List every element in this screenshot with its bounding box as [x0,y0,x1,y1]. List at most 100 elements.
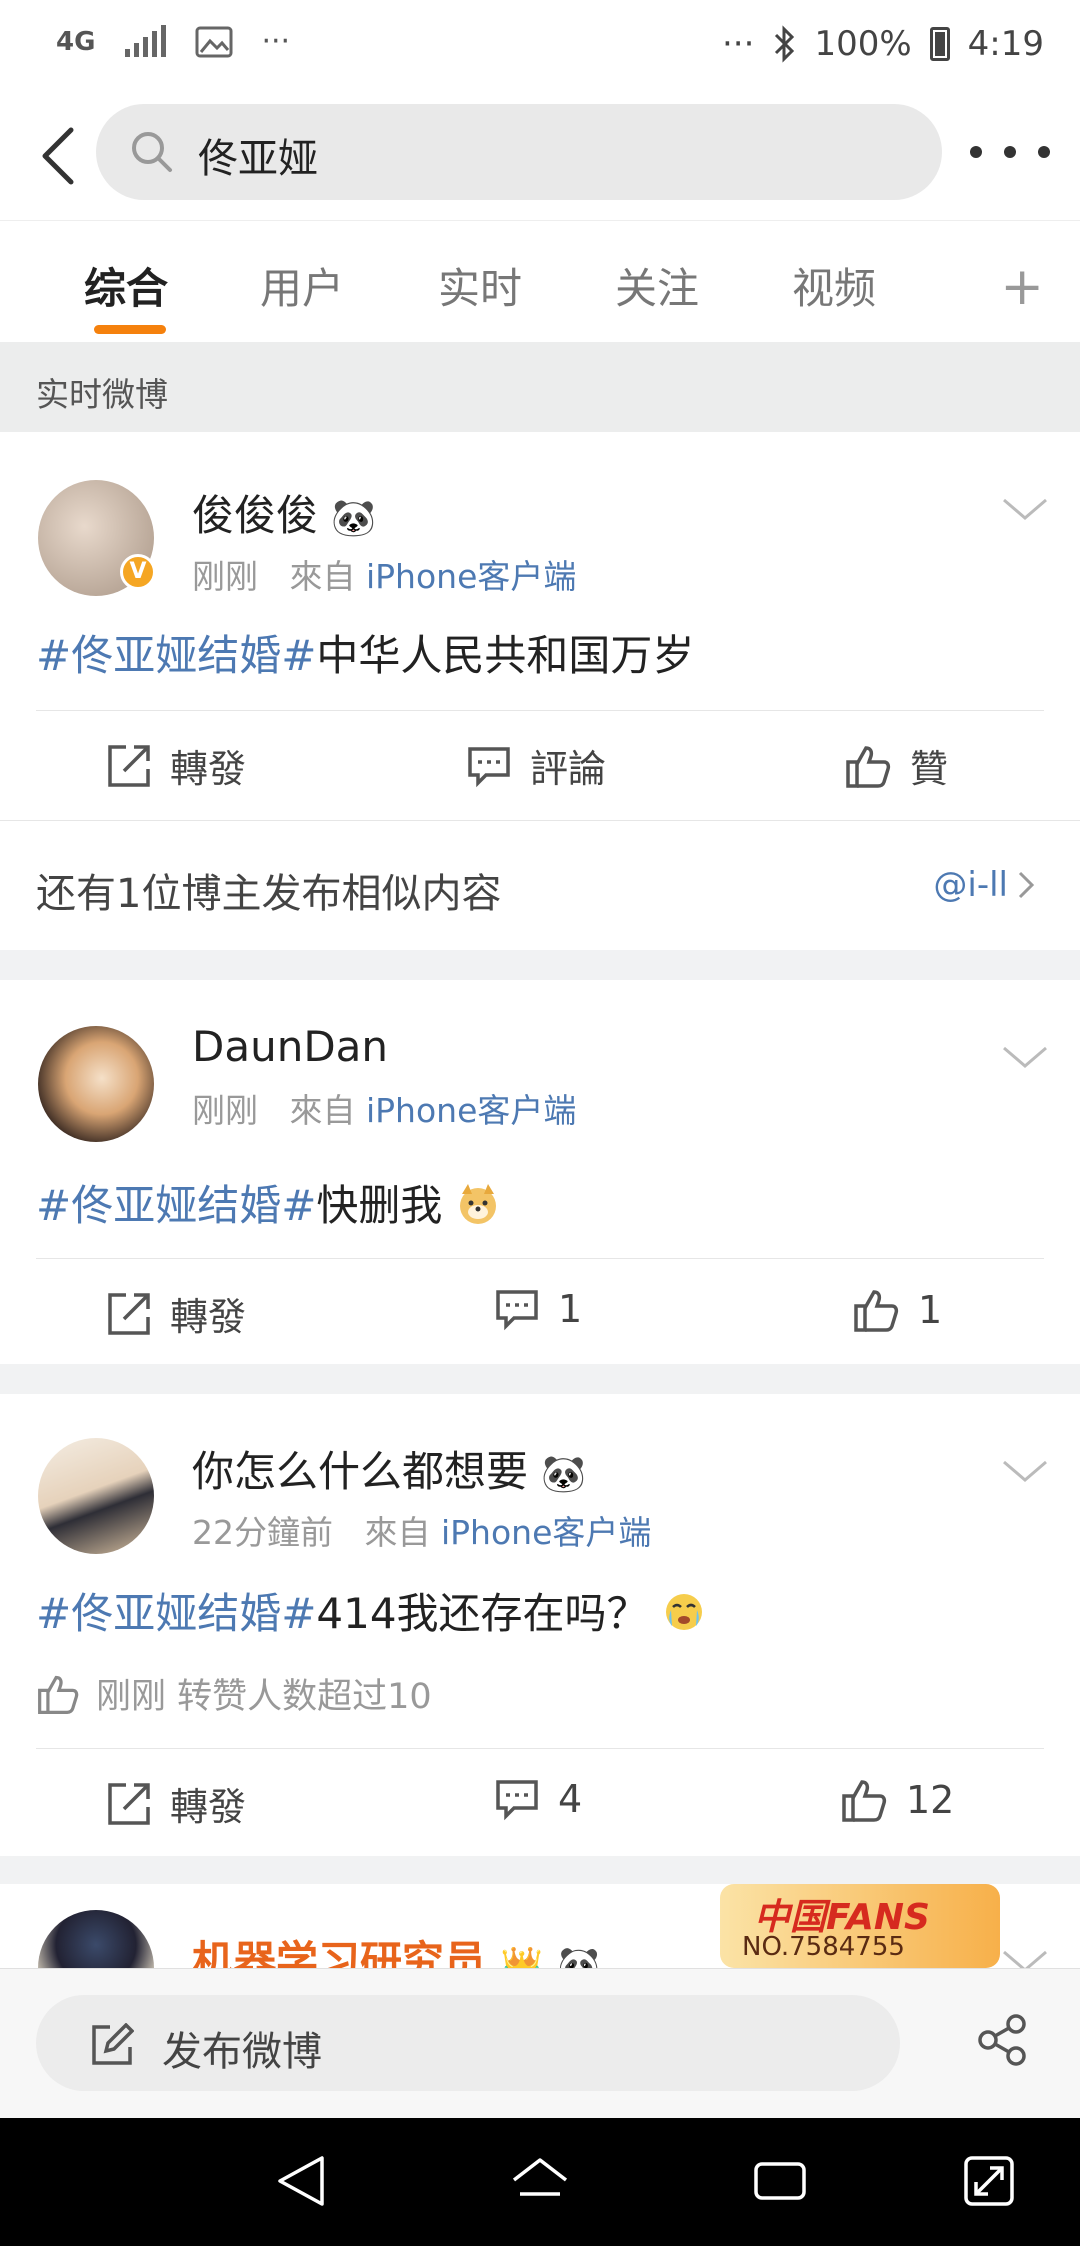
panda-icon: 🐼 [541,1454,587,1495]
home-nav-icon[interactable] [510,2154,570,2208]
add-tab-button[interactable]: + [1000,257,1044,317]
comment-icon [496,1780,538,1821]
like-button[interactable]: 12 [840,1776,954,1824]
divider [36,1748,1044,1749]
thumbs-up-icon [842,1780,887,1822]
thumbs-up-icon [846,745,891,788]
more-status-icon: ··· [722,24,755,64]
avatar[interactable] [38,1026,154,1142]
clock: 4:19 [967,24,1044,64]
crying-emoji-icon [665,1594,702,1630]
search-header: 佟亚娅 [0,92,1080,220]
dot [1004,146,1016,158]
like-info-row: 刚刚 转赞人数超过10 [36,1668,432,1719]
chevron-down-icon[interactable] [1000,1946,1050,1968]
doge-emoji-icon [459,1184,496,1224]
like-button[interactable]: 贊 [844,738,948,793]
like-count: 12 [906,1778,955,1822]
post-meta: 刚刚 來自 iPhone客户端 [192,550,576,598]
chevron-down-icon[interactable] [1000,494,1050,524]
system-nav-bar [0,2118,1080,2246]
post-card[interactable]: 机器学习研究员 👑 🐼 中国FANS NO.7584755 [0,1884,1080,1968]
tab-bar: 综合 用户 实时 关注 视频 + [0,220,1080,342]
post-body: 中华人民共和国万岁 [316,631,695,680]
edit-icon [92,2023,134,2065]
hashtag-link[interactable]: #佟亚娅结婚# [36,1589,316,1638]
post-body: 快删我 [316,1181,443,1230]
from-label: 來自 [364,1513,431,1552]
comment-button[interactable]: 評論 [466,738,606,793]
avatar[interactable] [38,1910,154,1968]
post-source[interactable]: iPhone客户端 [366,1091,576,1130]
post-text: #佟亚娅结婚#414我还存在吗？ [36,1580,706,1641]
panda-icon: 🐼 [331,498,377,539]
search-input[interactable]: 佟亚娅 [96,104,942,200]
more-status-icon: ··· [261,24,291,59]
repost-icon [108,1782,150,1825]
crown-icon: 👑 [500,1945,543,1968]
post-meta: 22分鐘前 來自 iPhone客户端 [192,1506,651,1554]
tab-realtime[interactable]: 实时 [438,255,522,316]
dot [1038,146,1050,158]
repost-button[interactable]: 轉發 [106,1776,246,1831]
status-bar: 4G ··· ··· 100% 4:19 [0,0,1080,92]
post-time: 刚刚 [192,557,258,596]
username[interactable]: 你怎么什么都想要 🐼 [192,1438,586,1499]
repost-icon [108,744,150,787]
card-gap [0,1856,1080,1884]
avatar[interactable] [38,1438,154,1554]
share-icon[interactable] [976,2013,1030,2067]
post-text: #佟亚娅结婚#中华人民共和国万岁 [36,622,694,683]
thumbs-up-icon [854,1290,899,1332]
similar-content-link[interactable]: @i-ll [933,865,1036,905]
username-text: 你怎么什么都想要 [192,1447,529,1496]
compose-post-button[interactable]: 发布微博 [36,1995,900,2091]
comment-button[interactable]: 1 [494,1286,582,1332]
from-label: 來自 [289,557,356,596]
hashtag-link[interactable]: #佟亚娅结婚# [36,631,316,680]
post-time: 刚刚 [192,1091,258,1130]
like-button[interactable]: 1 [852,1286,942,1334]
search-icon [132,132,172,172]
comment-button[interactable]: 4 [494,1776,582,1822]
panda-icon: 🐼 [557,1945,600,1968]
username[interactable]: 机器学习研究员 👑 🐼 [192,1928,600,1968]
thumbs-up-icon [38,1675,79,1714]
like-label: 贊 [910,747,949,791]
comment-label: 評論 [530,747,607,791]
chevron-down-icon[interactable] [1000,1042,1050,1072]
dot [970,146,982,158]
fans-badge[interactable]: 中国FANS NO.7584755 [720,1884,1000,1968]
tab-following[interactable]: 关注 [615,255,699,316]
post-card[interactable]: V 俊俊俊 🐼 刚刚 來自 iPhone客户端 #佟亚娅结婚#中华人民共和国万岁… [0,432,1080,820]
section-header: 实时微博 [0,342,1080,432]
verified-badge-icon: V [120,554,156,590]
tab-users[interactable]: 用户 [260,255,344,316]
recents-nav-icon[interactable] [752,2154,808,2208]
username[interactable]: 俊俊俊 🐼 [192,482,376,543]
back-button[interactable] [22,118,92,194]
tab-video[interactable]: 视频 [792,255,876,316]
fans-badge-number: NO.7584755 [742,1932,905,1962]
more-menu-button[interactable] [970,132,1050,172]
card-gap [0,1364,1080,1394]
like-info-text: 刚刚 转赞人数超过10 [96,1677,432,1717]
comment-count: 4 [558,1777,583,1821]
back-nav-icon[interactable] [274,2154,328,2208]
similar-content-text: 还有1位博主发布相似内容 [36,871,502,917]
repost-label: 轉發 [170,747,247,791]
chevron-down-icon[interactable] [1000,1456,1050,1486]
post-card[interactable]: 你怎么什么都想要 🐼 22分鐘前 來自 iPhone客户端 #佟亚娅结婚#414… [0,1394,1080,1856]
post-source[interactable]: iPhone客户端 [366,557,576,596]
tab-comprehensive[interactable]: 综合 [84,255,168,316]
hashtag-link[interactable]: #佟亚娅结婚# [36,1181,316,1230]
username[interactable]: DaunDan [192,1022,388,1071]
post-source[interactable]: iPhone客户端 [441,1513,651,1552]
similar-content-row[interactable]: 还有1位博主发布相似内容 @i-ll [0,820,1080,950]
repost-button[interactable]: 轉發 [106,738,246,793]
repost-icon [108,1292,150,1335]
post-card[interactable]: DaunDan 刚刚 來自 iPhone客户端 #佟亚娅结婚#快删我 轉發 1 … [0,980,1080,1364]
expand-nav-icon[interactable] [962,2154,1016,2208]
repost-button[interactable]: 轉發 [106,1286,246,1341]
chevron-right-icon [1018,871,1035,899]
